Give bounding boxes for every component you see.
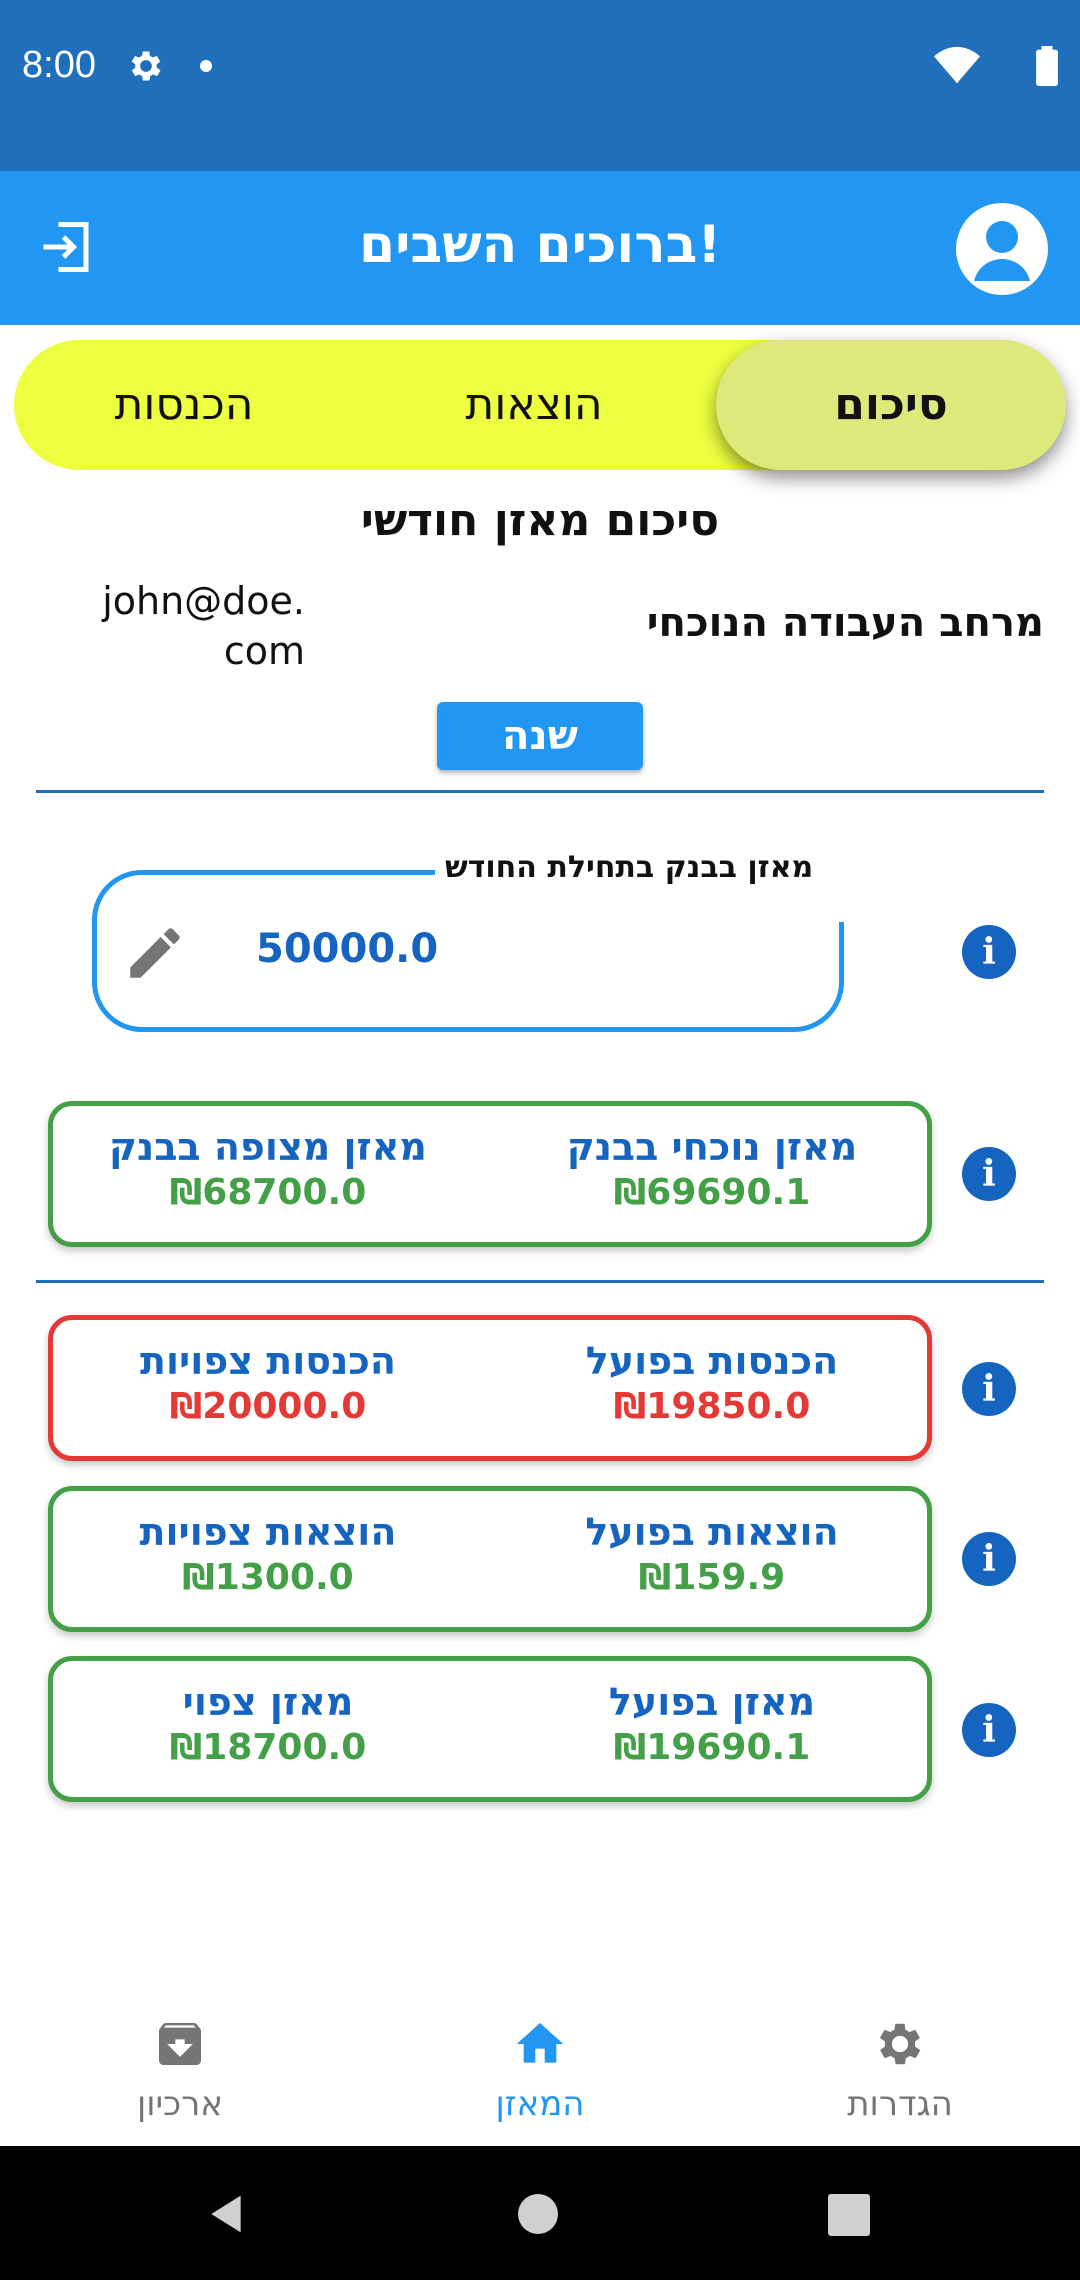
nav-settings-label: הגדרות [847, 2084, 953, 2124]
opening-balance-value[interactable]: 50000.0 [256, 926, 438, 972]
divider [36, 1280, 1044, 1283]
recents-icon[interactable] [828, 2194, 870, 2236]
actual-expenses-value: ₪159.9 [638, 1557, 786, 1598]
info-icon[interactable]: i [962, 1532, 1016, 1586]
battery-icon [1036, 46, 1058, 86]
tab-summary[interactable]: סיכום [716, 340, 1066, 470]
account-circle-icon[interactable] [956, 203, 1048, 295]
actual-expenses-label: הוצאות בפועל [585, 1510, 839, 1554]
home-circle-icon[interactable] [518, 2194, 558, 2234]
notification-dot-icon [200, 60, 212, 72]
expected-expenses-label: הוצאות צפויות [139, 1510, 397, 1554]
expenses-card: הוצאות בפועל ₪159.9 הוצאות צפויות ₪1300.… [48, 1486, 932, 1632]
status-time: 8:00 [22, 44, 96, 86]
settings-icon [879, 2023, 921, 2065]
bottom-navigation: ארכיון המאזן הגדרות [0, 1980, 1080, 2146]
divider [36, 790, 1044, 793]
expected-expenses-value: ₪1300.0 [182, 1557, 354, 1598]
actual-balance-value: ₪19690.1 [613, 1727, 811, 1768]
bank-balance-card: מאזן נוכחי בבנק ₪69690.1 מאזן מצופה בבנק… [48, 1101, 932, 1247]
nav-balance-label: המאזן [495, 2084, 585, 2124]
workspace-email: john@doe.com [102, 579, 305, 673]
summary-title: סיכום מאזן חודשי [360, 495, 720, 546]
change-workspace-button[interactable]: שנה [437, 702, 643, 770]
page-title: ברוכים השבים! [358, 215, 722, 275]
info-icon[interactable]: i [962, 1147, 1016, 1201]
wifi-icon [934, 46, 980, 84]
opening-balance-label: מאזן בבנק בתחילת החודש [435, 850, 824, 885]
tab-expenses[interactable]: הוצאות [354, 340, 714, 470]
expected-balance-value: ₪18700.0 [169, 1727, 367, 1768]
nav-archive-label: ארכיון [136, 2084, 224, 2124]
status-bar: 8:00 [0, 0, 1080, 171]
expected-balance-label: מאזן צפוי [182, 1680, 354, 1724]
archive-icon [159, 2023, 201, 2065]
opening-balance-field[interactable] [92, 870, 844, 1032]
expected-bank-balance-value: ₪68700.0 [169, 1172, 367, 1213]
balance-card: מאזן בפועל ₪19690.1 מאזן צפוי ₪18700.0 [48, 1656, 932, 1802]
info-icon[interactable]: i [962, 925, 1016, 979]
nav-archive[interactable]: ארכיון [0, 1980, 360, 2146]
back-icon[interactable] [204, 2192, 248, 2236]
nav-balance[interactable]: המאזן [360, 1980, 720, 2146]
income-card: הכנסות בפועל ₪19850.0 הכנסות צפויות ₪200… [48, 1315, 932, 1461]
expected-income-value: ₪20000.0 [169, 1386, 367, 1427]
tab-income[interactable]: הכנסות [14, 340, 354, 470]
workspace-label: מרחב העבודה הנוכחי [646, 600, 1044, 646]
actual-income-value: ₪19850.0 [613, 1386, 811, 1427]
actual-income-label: הכנסות בפועל [585, 1339, 839, 1383]
nav-settings[interactable]: הגדרות [720, 1980, 1080, 2146]
tab-bar: הכנסות הוצאות סיכום [14, 340, 1066, 470]
current-bank-balance-label: מאזן נוכחי בבנק [566, 1125, 858, 1169]
expected-bank-balance-label: מאזן מצופה בבנק [109, 1125, 427, 1169]
info-icon[interactable]: i [962, 1703, 1016, 1757]
info-icon[interactable]: i [962, 1362, 1016, 1416]
system-navigation-bar [0, 2146, 1080, 2280]
current-bank-balance-value: ₪69690.1 [613, 1172, 811, 1213]
expected-income-label: הכנסות צפויות [140, 1339, 396, 1383]
settings-status-icon [131, 51, 161, 81]
home-icon [516, 2023, 564, 2063]
edit-pencil-icon[interactable] [122, 920, 188, 986]
app-bar: ברוכים השבים! [0, 171, 1080, 325]
actual-balance-label: מאזן בפועל [608, 1680, 816, 1724]
